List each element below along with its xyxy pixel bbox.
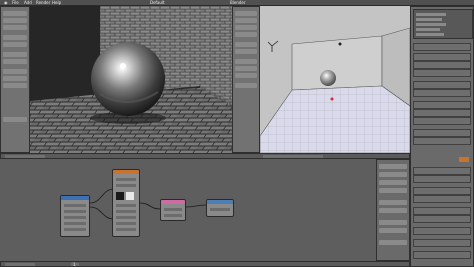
prop-row[interactable] xyxy=(379,200,407,205)
prop-row[interactable] xyxy=(413,81,471,89)
prop-row[interactable] xyxy=(379,240,407,245)
prop-row[interactable] xyxy=(413,137,471,145)
node-header xyxy=(207,200,233,204)
prop-row[interactable] xyxy=(235,73,257,78)
prop-row[interactable] xyxy=(235,42,257,47)
tool-row[interactable] xyxy=(3,83,27,88)
tool-row[interactable] xyxy=(3,117,27,122)
timeline-bar: 1 xyxy=(0,261,410,267)
prop-row[interactable] xyxy=(413,69,471,77)
prop-row[interactable] xyxy=(379,164,407,169)
tool-row[interactable] xyxy=(3,69,27,74)
prop-row[interactable] xyxy=(413,227,471,235)
timeline-menu[interactable] xyxy=(5,263,35,266)
view-menu[interactable] xyxy=(5,155,45,158)
prop-row[interactable] xyxy=(235,18,257,23)
view-menu-right[interactable] xyxy=(263,155,323,158)
chrome-sphere[interactable] xyxy=(91,42,165,116)
node-header xyxy=(113,170,139,174)
solid-viewport[interactable] xyxy=(260,6,410,153)
prop-row[interactable] xyxy=(413,101,471,109)
node-wires xyxy=(89,188,207,220)
properties-editor xyxy=(410,6,474,267)
node-material-output[interactable] xyxy=(206,199,234,217)
prop-row[interactable] xyxy=(235,83,257,88)
tool-row[interactable] xyxy=(3,42,27,47)
tool-row[interactable] xyxy=(3,11,27,16)
prop-row[interactable] xyxy=(413,117,471,125)
node-brick-texture[interactable] xyxy=(112,169,140,237)
prop-row[interactable] xyxy=(379,172,407,177)
node-texture-coordinate[interactable] xyxy=(60,195,90,237)
node-side-panel xyxy=(376,159,410,261)
prop-row[interactable] xyxy=(379,188,407,193)
prop-row[interactable] xyxy=(413,167,471,175)
tool-row[interactable] xyxy=(3,18,27,23)
frame-number: 1 xyxy=(73,262,76,267)
rendered-scene xyxy=(30,6,232,153)
prop-row[interactable] xyxy=(235,59,257,64)
tool-row[interactable] xyxy=(3,76,27,81)
node-glossy-bsdf[interactable] xyxy=(160,199,186,221)
node-header xyxy=(61,196,89,200)
properties-mid xyxy=(232,6,260,153)
prop-row[interactable] xyxy=(413,109,471,117)
back-wall-solid xyxy=(291,35,383,91)
tool-row[interactable] xyxy=(3,52,27,57)
prop-row[interactable] xyxy=(379,228,407,233)
3d-cursor-icon[interactable] xyxy=(330,97,334,101)
node-editor[interactable] xyxy=(0,159,376,261)
tool-row[interactable] xyxy=(3,35,27,40)
orange-field[interactable] xyxy=(459,157,469,162)
node-header xyxy=(161,200,185,204)
prop-row[interactable] xyxy=(413,215,471,223)
rendered-viewport[interactable] xyxy=(30,6,232,153)
tool-shelf-left xyxy=(0,6,30,153)
prop-row[interactable] xyxy=(413,89,471,97)
prop-row[interactable] xyxy=(235,32,257,37)
prop-row[interactable] xyxy=(413,61,471,69)
lamp-icon[interactable] xyxy=(338,42,342,46)
prop-row[interactable] xyxy=(379,220,407,225)
prop-row[interactable] xyxy=(413,195,471,203)
outliner[interactable] xyxy=(413,9,473,39)
prop-row[interactable] xyxy=(379,208,407,213)
solid-scene xyxy=(260,6,410,153)
tool-row[interactable] xyxy=(3,59,27,64)
prop-row[interactable] xyxy=(413,129,471,137)
prop-row[interactable] xyxy=(413,53,471,61)
chrome-sphere-solid[interactable] xyxy=(320,70,336,86)
prop-row[interactable] xyxy=(235,66,257,71)
prop-row[interactable] xyxy=(235,25,257,30)
prop-row[interactable] xyxy=(235,11,257,16)
tool-row[interactable] xyxy=(3,25,27,30)
prop-row[interactable] xyxy=(413,251,471,259)
prop-tabs[interactable] xyxy=(413,43,471,51)
prop-row[interactable] xyxy=(413,175,471,183)
prop-row[interactable] xyxy=(235,49,257,54)
prop-row[interactable] xyxy=(379,180,407,185)
prop-row[interactable] xyxy=(413,187,471,195)
prop-row[interactable] xyxy=(413,207,471,215)
prop-row[interactable] xyxy=(413,239,471,247)
